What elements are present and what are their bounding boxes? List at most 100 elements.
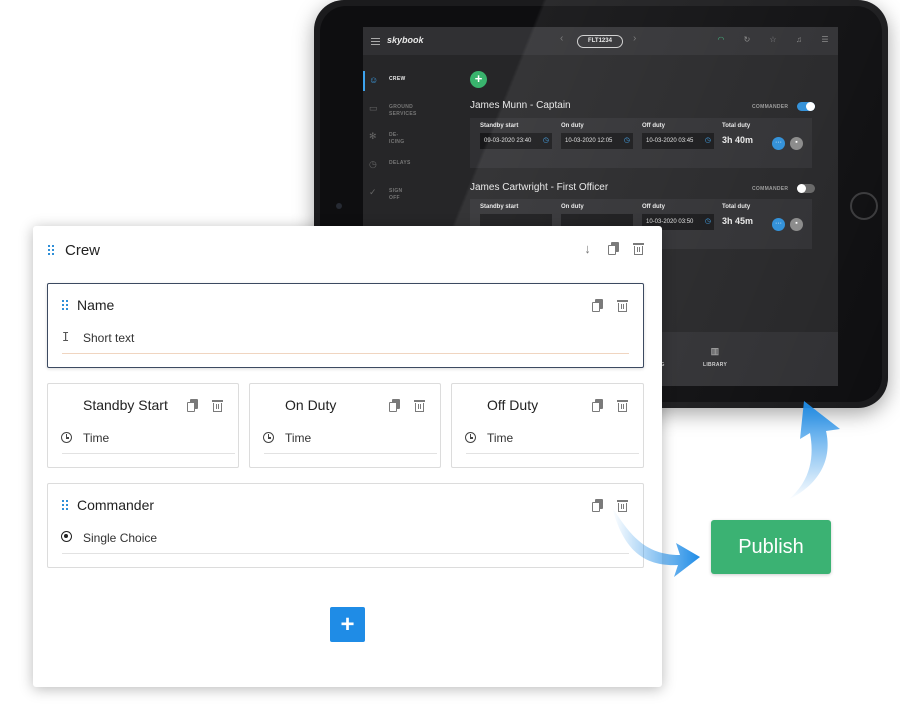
clock-icon: ◷	[623, 137, 630, 144]
commander-label: COMMANDER	[752, 104, 789, 110]
crew-member-name: James Munn - Captain	[470, 100, 571, 111]
app-header: skybook ‹ FLT1234 › ◠ ↻ ☆ ♫ ☰	[363, 27, 838, 55]
sidebar-item-label: GROUND SERVICES	[389, 104, 417, 117]
copy-icon[interactable]	[592, 299, 603, 312]
publish-button[interactable]: Publish	[711, 520, 831, 574]
copy-icon[interactable]	[592, 399, 603, 412]
trash-icon[interactable]	[633, 242, 644, 255]
field-actions	[187, 399, 223, 412]
sidebar-item-sign-off[interactable]: ✓ SIGN OFF	[363, 183, 411, 205]
sidebar-item-label: DELAYS	[389, 160, 411, 166]
sidebar-item-ground-services[interactable]: ▭ GROUND SERVICES	[363, 99, 417, 121]
check-circle-icon: ✓	[369, 187, 377, 197]
trash-icon[interactable]	[617, 299, 628, 312]
stopwatch-icon: ◷	[369, 159, 377, 169]
field-label: Total duty	[722, 204, 751, 210]
trash-icon[interactable]	[617, 399, 628, 412]
field-type: Time	[83, 431, 110, 445]
field-label: Standby start	[480, 204, 519, 210]
more-button[interactable]: ···	[772, 218, 785, 231]
delete-button[interactable]: ▪	[790, 137, 803, 150]
commander-field-card[interactable]: Commander Single Choice	[47, 483, 644, 568]
clock-icon	[61, 432, 72, 443]
clock-icon: ◷	[704, 137, 711, 144]
clock-icon: ◷	[542, 137, 549, 144]
more-button[interactable]: ···	[772, 137, 785, 150]
offduty-input[interactable]: 10-03-2020 03:45 ◷	[642, 133, 714, 149]
star-icon[interactable]: ☆	[768, 35, 778, 44]
sidebar-item-de-icing[interactable]: ✻ DE-ICING	[363, 127, 411, 149]
offduty-field: Off duty 10-03-2020 03:45 ◷	[642, 123, 714, 149]
bottom-nav-library[interactable]: ▥ LIBRARY	[703, 346, 727, 368]
stage: skybook ‹ FLT1234 › ◠ ↻ ☆ ♫ ☰ ☺ CREW ▭ G…	[0, 0, 900, 720]
snowflake-icon: ✻	[369, 131, 377, 141]
copy-icon[interactable]	[608, 242, 619, 255]
drag-handle-icon[interactable]	[48, 245, 54, 256]
home-button[interactable]	[850, 192, 878, 220]
flight-selector[interactable]: FLT1234	[577, 35, 623, 48]
library-icon: ▥	[710, 346, 720, 356]
field-label: Off duty	[642, 123, 665, 129]
duty-card: Standby start 09-03-2020 23:40 ◷ On duty …	[470, 118, 812, 168]
add-field-button[interactable]: +	[330, 607, 365, 642]
header-icons: ◠ ↻ ☆ ♫ ☰	[716, 35, 830, 44]
delete-button[interactable]: ▪	[790, 218, 803, 231]
standby-input[interactable]: 09-03-2020 23:40 ◷	[480, 133, 552, 149]
chevron-right-icon[interactable]: ›	[633, 33, 636, 44]
field-type: Time	[487, 431, 514, 445]
bell-icon[interactable]: ♫	[794, 35, 804, 44]
field-type: Short text	[83, 331, 135, 345]
sidebar-item-label: SIGN OFF	[389, 188, 403, 201]
hamburger-menu-icon[interactable]	[371, 38, 380, 47]
copy-icon[interactable]	[592, 499, 603, 512]
brand-logo: skybook	[387, 35, 424, 45]
sidebar-item-crew[interactable]: ☺ CREW	[363, 71, 411, 93]
drag-handle-icon[interactable]	[62, 300, 68, 311]
commander-toggle[interactable]	[797, 102, 815, 111]
field-actions	[592, 399, 628, 412]
arrow-down-icon[interactable]: ↓	[581, 242, 594, 255]
sync-icon[interactable]: ↻	[742, 35, 752, 44]
field-label: Off duty	[642, 204, 665, 210]
field-title: Name	[77, 297, 115, 313]
field-actions	[592, 499, 628, 512]
field-underline	[62, 453, 235, 454]
field-label: On duty	[561, 123, 584, 129]
commander-toggle[interactable]	[797, 184, 815, 193]
field-underline	[62, 353, 629, 354]
sidebar-item-delays[interactable]: ◷ DELAYS	[363, 155, 411, 177]
total-duty-field: Total duty	[722, 123, 750, 129]
name-field-card[interactable]: Name I Short text	[47, 283, 644, 368]
standby-start-field-card[interactable]: Standby Start Time	[47, 383, 239, 468]
settings-sliders-icon[interactable]: ☰	[820, 35, 830, 44]
field-type: Single Choice	[83, 531, 158, 545]
arrow-to-tablet-icon	[788, 401, 840, 500]
field-title: On Duty	[285, 397, 337, 413]
onduty-field: On duty 10-03-2020 12:05 ◷	[561, 123, 633, 149]
field-title: Commander	[77, 497, 155, 513]
section-title: Crew	[65, 242, 101, 259]
crew-member-name: James Cartwright - First Officer	[470, 182, 609, 193]
trash-icon[interactable]	[212, 399, 223, 412]
copy-icon[interactable]	[187, 399, 198, 412]
field-title: Off Duty	[487, 397, 539, 413]
off-duty-field-card[interactable]: Off Duty Time	[451, 383, 644, 468]
camera	[336, 203, 342, 209]
field-underline	[466, 453, 639, 454]
sidebar-item-label: DE-ICING	[389, 132, 405, 145]
chevron-left-icon[interactable]: ‹	[560, 33, 563, 44]
ground-services-icon: ▭	[369, 103, 378, 113]
field-actions	[389, 399, 425, 412]
trash-icon[interactable]	[414, 399, 425, 412]
commander-label: COMMANDER	[752, 186, 789, 192]
total-duty-value: 3h 40m	[722, 135, 754, 145]
on-duty-field-card[interactable]: On Duty Time	[249, 383, 441, 468]
radio-icon	[61, 531, 72, 542]
section-actions: ↓	[581, 242, 644, 255]
onduty-input[interactable]: 10-03-2020 12:05 ◷	[561, 133, 633, 149]
drag-handle-icon[interactable]	[62, 500, 68, 511]
trash-icon[interactable]	[617, 499, 628, 512]
clock-icon	[263, 432, 274, 443]
add-crew-button[interactable]: +	[470, 71, 487, 88]
copy-icon[interactable]	[389, 399, 400, 412]
